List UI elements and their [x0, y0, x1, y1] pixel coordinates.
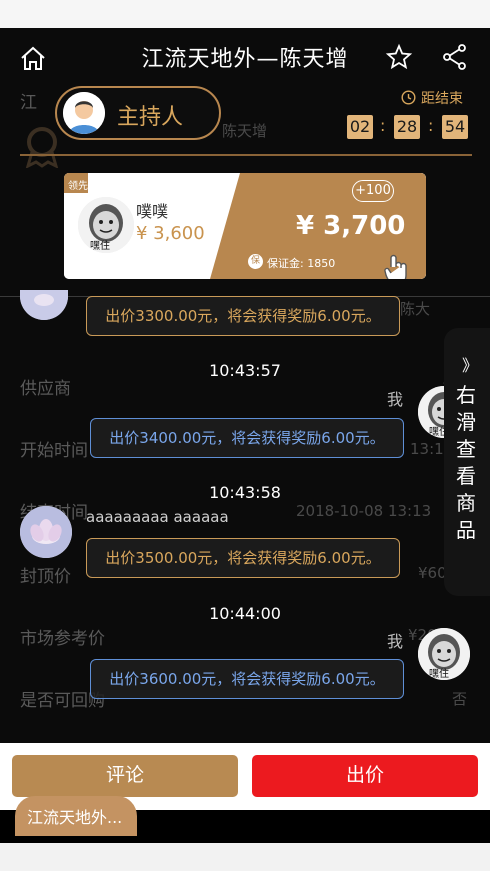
live-auction-room: 江 陈天增 陈大 供应商 天 开始时间 13:13 结束时间 2018-10-0…	[0, 28, 490, 843]
countdown-hours: 02	[347, 115, 373, 139]
share-icon[interactable]	[441, 43, 469, 71]
host-avatar	[63, 92, 105, 134]
current-price: ¥ 3,700	[296, 211, 406, 241]
sender-me-label: 我	[387, 390, 404, 409]
countdown-colon: :	[428, 116, 434, 135]
message-time: 10:44:00	[209, 604, 281, 623]
flower-avatar-icon	[20, 290, 68, 320]
chat-message-text: aaaaaaaaa aaaaaa	[86, 508, 229, 526]
increment-button[interactable]: +100	[352, 180, 394, 202]
host-label: 主持人	[117, 105, 184, 130]
clock-icon	[401, 90, 416, 105]
my-avatar: 嘿住	[418, 628, 470, 680]
bid-message: 出价3400.00元，将会获得奖励6.00元。	[90, 418, 404, 458]
countdown-label: 距结束	[421, 91, 463, 107]
leader-avatar: 嘿住	[78, 197, 134, 253]
home-icon[interactable]	[19, 45, 47, 71]
bg-row-label-1: 开始时间	[20, 441, 88, 461]
countdown-minutes: 28	[394, 115, 420, 139]
countdown-seconds: 54	[442, 115, 468, 139]
status-bar	[0, 0, 490, 28]
bg-row-value-2: 2018-10-08 13:13	[296, 502, 432, 520]
bg-row-label-3: 封顶价	[20, 567, 71, 587]
bg-right-text: 陈大	[400, 300, 431, 318]
medal-icon	[25, 127, 59, 168]
shop-tab[interactable]: 江流天地外...	[15, 796, 137, 836]
avatar-caption: 嘿住	[90, 241, 110, 252]
message-time: 10:43:58	[209, 483, 281, 502]
page-title: 江流天地外—陈天增	[141, 47, 349, 72]
sender-me-label: 我	[387, 632, 404, 651]
bidder-avatar	[20, 506, 72, 558]
header: 江流天地外—陈天增	[0, 28, 490, 84]
bg-row-label-4: 市场参考价	[20, 629, 105, 649]
bid-message: 出价3300.00元，将会获得奖励6.00元。	[86, 296, 400, 336]
message-time: 10:43:57	[209, 361, 281, 380]
leader-amount: ¥ 3,600	[136, 223, 205, 244]
avatar-caption: 嘿住	[429, 669, 449, 680]
countdown-colon: :	[380, 116, 386, 135]
lotus-avatar-icon	[20, 506, 72, 558]
bid-message: 出价3600.00元，将会获得奖励6.00元。	[90, 659, 404, 699]
system-nav-bar	[0, 843, 490, 871]
product-drawer-handle[interactable]: 》 右滑查看商品	[444, 328, 490, 596]
bid-button[interactable]: 出价	[252, 755, 478, 797]
divider	[20, 154, 472, 156]
bg-top-text: 陈天增	[222, 122, 268, 140]
leading-tag: 领先	[68, 181, 88, 192]
deposit-amount: 保证金: 1850	[267, 257, 336, 270]
leader-name: 噗噗	[136, 202, 169, 221]
tap-hand-icon[interactable]	[382, 253, 412, 279]
drawer-arrow-icon: 》	[462, 356, 479, 375]
leading-bid-card: 领先 嘿住 噗噗 ¥ 3,600 +100 ¥ 3,700 保 保证金: 185…	[64, 173, 426, 279]
host-button[interactable]: 主持人	[55, 86, 221, 140]
deposit-icon: 保	[248, 254, 263, 269]
favorite-star-icon[interactable]	[385, 43, 413, 71]
bidder-avatar	[20, 290, 68, 320]
drawer-label: 右滑查看商品	[456, 383, 476, 542]
bg-side-text: 江	[20, 93, 37, 113]
user-avatar-icon	[63, 92, 105, 134]
bg-row-value-5: 否	[452, 690, 468, 708]
comment-button[interactable]: 评论	[12, 755, 238, 797]
bid-message: 出价3500.00元，将会获得奖励6.00元。	[86, 538, 400, 578]
